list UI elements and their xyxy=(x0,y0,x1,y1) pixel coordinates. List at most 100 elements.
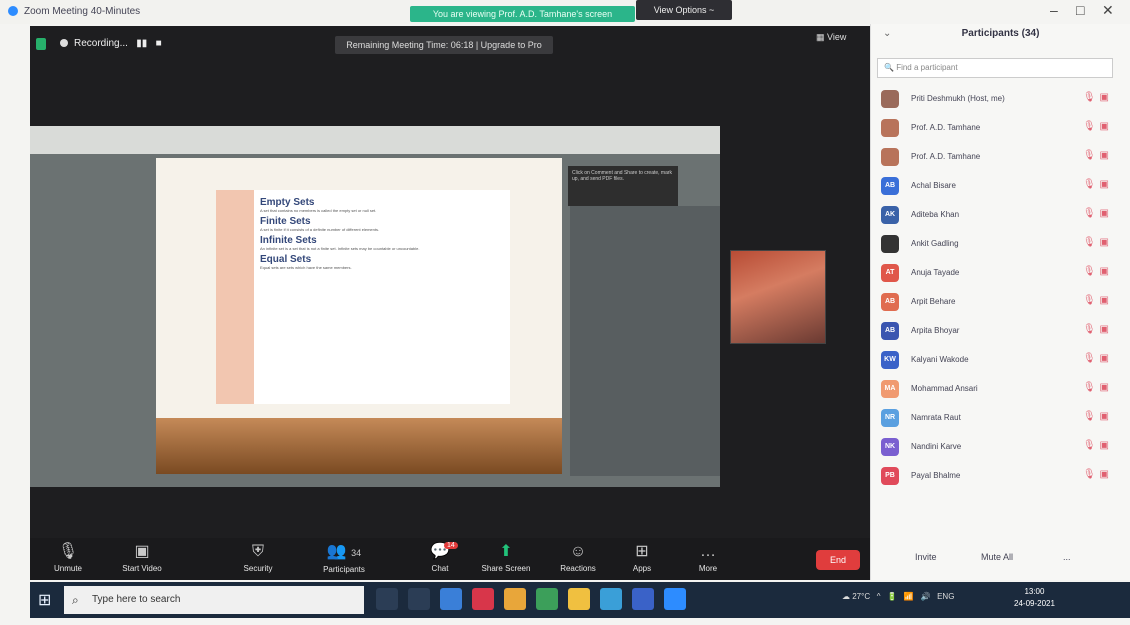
slide-heading-infinite-sets: Infinite Sets xyxy=(260,235,317,246)
excel-icon[interactable] xyxy=(536,588,558,610)
remaining-time-banner[interactable]: Remaining Meeting Time: 06:18 | Upgrade … xyxy=(335,36,553,54)
avatar: PB xyxy=(881,467,899,485)
slide-heading-equal-sets: Equal Sets xyxy=(260,254,312,265)
participant-row[interactable]: AB Arpita Bhoyar 🎙 ▣ xyxy=(877,318,1115,347)
video-off-icon: ▣ xyxy=(1099,411,1109,422)
close-icon[interactable]: ✕ xyxy=(1102,2,1114,19)
participant-status-icons: 🎙 ▣ xyxy=(1083,382,1109,393)
participant-row[interactable]: AB Arpit Behare 🎙 ▣ xyxy=(877,289,1115,318)
participant-name: Prof. A.D. Tamhane xyxy=(911,123,981,132)
participant-row[interactable]: NK Nandini Karve 🎙 ▣ xyxy=(877,434,1115,463)
participant-status-icons: 🎙 ▣ xyxy=(1083,295,1109,306)
participant-row[interactable]: KW Kalyani Wakode 🎙 ▣ xyxy=(877,347,1115,376)
participant-row[interactable]: Ankit Gadling 🎙 ▣ xyxy=(877,231,1115,260)
video-off-icon: ▣ xyxy=(1099,324,1109,335)
apps-button[interactable]: ⊞ Apps xyxy=(610,540,674,578)
window-title: Zoom Meeting 40-Minutes xyxy=(24,6,141,17)
participant-row[interactable]: AT Anuja Tayade 🎙 ▣ xyxy=(877,260,1115,289)
participant-row[interactable]: NR Namrata Raut 🎙 ▣ xyxy=(877,405,1115,434)
end-meeting-button[interactable]: End xyxy=(816,550,860,570)
participant-row[interactable]: Prof. A.D. Tamhane 🎙 ▣ xyxy=(877,144,1115,173)
participant-row[interactable]: AB Achal Bisare 🎙 ▣ xyxy=(877,173,1115,202)
chrome-icon[interactable] xyxy=(504,588,526,610)
participant-row[interactable]: Prof. A.D. Tamhane 🎙 ▣ xyxy=(877,115,1115,144)
avatar xyxy=(881,90,899,108)
recording-label: Recording... xyxy=(74,38,128,49)
windows-start-icon[interactable]: ⊞ xyxy=(38,590,51,610)
avatar: AB xyxy=(881,293,899,311)
slide-text-empty-sets: A set that contains no members is called… xyxy=(260,208,377,213)
more-button[interactable]: … More xyxy=(676,540,740,578)
video-off-icon: ▣ xyxy=(1099,469,1109,480)
video-off-icon: ▣ xyxy=(1099,440,1109,451)
participant-status-icons: 🎙 ▣ xyxy=(1083,469,1109,480)
participant-name: Namrata Raut xyxy=(911,413,961,422)
cortana-icon[interactable] xyxy=(376,588,398,610)
video-off-icon: ▣ xyxy=(1099,208,1109,219)
pdf-hint-box: Click on Comment and Share to create, ma… xyxy=(568,166,678,206)
reactions-button[interactable]: ☺ Reactions xyxy=(546,540,610,578)
avatar: MA xyxy=(881,380,899,398)
word-icon[interactable] xyxy=(632,588,654,610)
reactions-icon: ☺ xyxy=(569,543,587,560)
microphone-muted-icon: 🎙 xyxy=(1082,440,1096,451)
unmute-button[interactable]: 🎙 Unmute xyxy=(36,540,100,578)
participant-status-icons: 🎙 ▣ xyxy=(1083,208,1109,219)
microphone-muted-icon: 🎙 xyxy=(1082,237,1096,248)
chat-button[interactable]: 💬 14 Chat xyxy=(408,540,472,578)
participants-footer: Invite Mute All ... xyxy=(871,544,1130,574)
security-shield-icon xyxy=(36,38,46,50)
browser-icon[interactable] xyxy=(440,588,462,610)
participant-row[interactable]: AK Aditeba Khan 🎙 ▣ xyxy=(877,202,1115,231)
participant-name: Arpit Behare xyxy=(911,297,956,306)
avatar xyxy=(881,119,899,137)
participant-name: Priti Deshmukh (Host, me) xyxy=(911,94,1005,103)
participant-row[interactable]: Priti Deshmukh (Host, me) 🎙 ▣ xyxy=(877,86,1115,115)
apps-label: Apps xyxy=(632,564,652,573)
file-explorer-icon[interactable] xyxy=(568,588,590,610)
pdf-reader-icon[interactable] xyxy=(472,588,494,610)
maximize-icon[interactable]: □ xyxy=(1076,2,1084,18)
participant-video-tile[interactable] xyxy=(730,250,826,344)
mute-all-button[interactable]: Mute All xyxy=(981,552,1013,562)
participant-search-input[interactable]: 🔍 Find a participant xyxy=(877,58,1113,78)
participant-row[interactable]: PB Payal Bhalme 🎙 ▣ xyxy=(877,463,1115,492)
video-off-icon: ▣ xyxy=(1099,121,1109,132)
shared-screen: Click on Comment and Share to create, ma… xyxy=(30,126,720,487)
participant-list: Priti Deshmukh (Host, me) 🎙 ▣ Prof. A.D. Ta… xyxy=(877,86,1115,492)
view-options-button[interactable]: View Options ~ xyxy=(636,0,732,20)
clock-time: 13:00 xyxy=(1024,587,1045,596)
task-view-icon[interactable] xyxy=(408,588,430,610)
more-options-button[interactable]: ... xyxy=(1063,552,1071,562)
video-off-icon: ▣ xyxy=(1099,295,1109,306)
slide: Empty Sets A set that contains no member… xyxy=(216,190,510,404)
view-button[interactable]: ▦ View xyxy=(816,32,846,43)
video-off-icon: ▣ xyxy=(1099,353,1109,364)
taskbar-search-input[interactable]: ⌕ Type here to search xyxy=(64,586,364,614)
participant-name: Kalyani Wakode xyxy=(911,355,969,364)
participant-name: Aditeba Khan xyxy=(911,210,960,219)
participant-name: Prof. A.D. Tamhane xyxy=(911,152,981,161)
participant-status-icons: 🎙 ▣ xyxy=(1083,324,1109,335)
invite-button[interactable]: Invite xyxy=(915,552,937,562)
recording-indicator[interactable]: Recording... ▮▮ ■ xyxy=(60,38,162,49)
participant-row[interactable]: MA Mohammad Ansari 🎙 ▣ xyxy=(877,376,1115,405)
start-video-button[interactable]: ▣ Start Video xyxy=(110,540,174,578)
avatar xyxy=(881,148,899,166)
share-screen-label: Share Screen xyxy=(481,564,531,573)
share-screen-button[interactable]: ⬆ Share Screen xyxy=(474,540,538,578)
edge-icon[interactable] xyxy=(600,588,622,610)
taskbar-search-placeholder: Type here to search xyxy=(92,594,181,605)
zoom-taskbar-icon[interactable] xyxy=(664,588,686,610)
pdf-side-panel xyxy=(570,206,720,476)
clock[interactable]: 13:00 24-09-2021 xyxy=(1014,586,1055,610)
avatar: NK xyxy=(881,438,899,456)
participant-status-icons: 🎙 ▣ xyxy=(1083,121,1109,132)
meeting-area: Recording... ▮▮ ■ Remaining Meeting Time… xyxy=(30,26,870,580)
video-off-icon: ▣ xyxy=(1099,92,1109,103)
security-button[interactable]: ⛨ Security xyxy=(226,540,290,578)
slide-text-infinite-sets: An infinite set is a set that is not a f… xyxy=(260,246,420,251)
video-off-icon: ▣ xyxy=(1099,266,1109,277)
minimize-icon[interactable]: – xyxy=(1050,2,1058,18)
participants-button[interactable]: 👥 34 Participants xyxy=(312,540,376,578)
